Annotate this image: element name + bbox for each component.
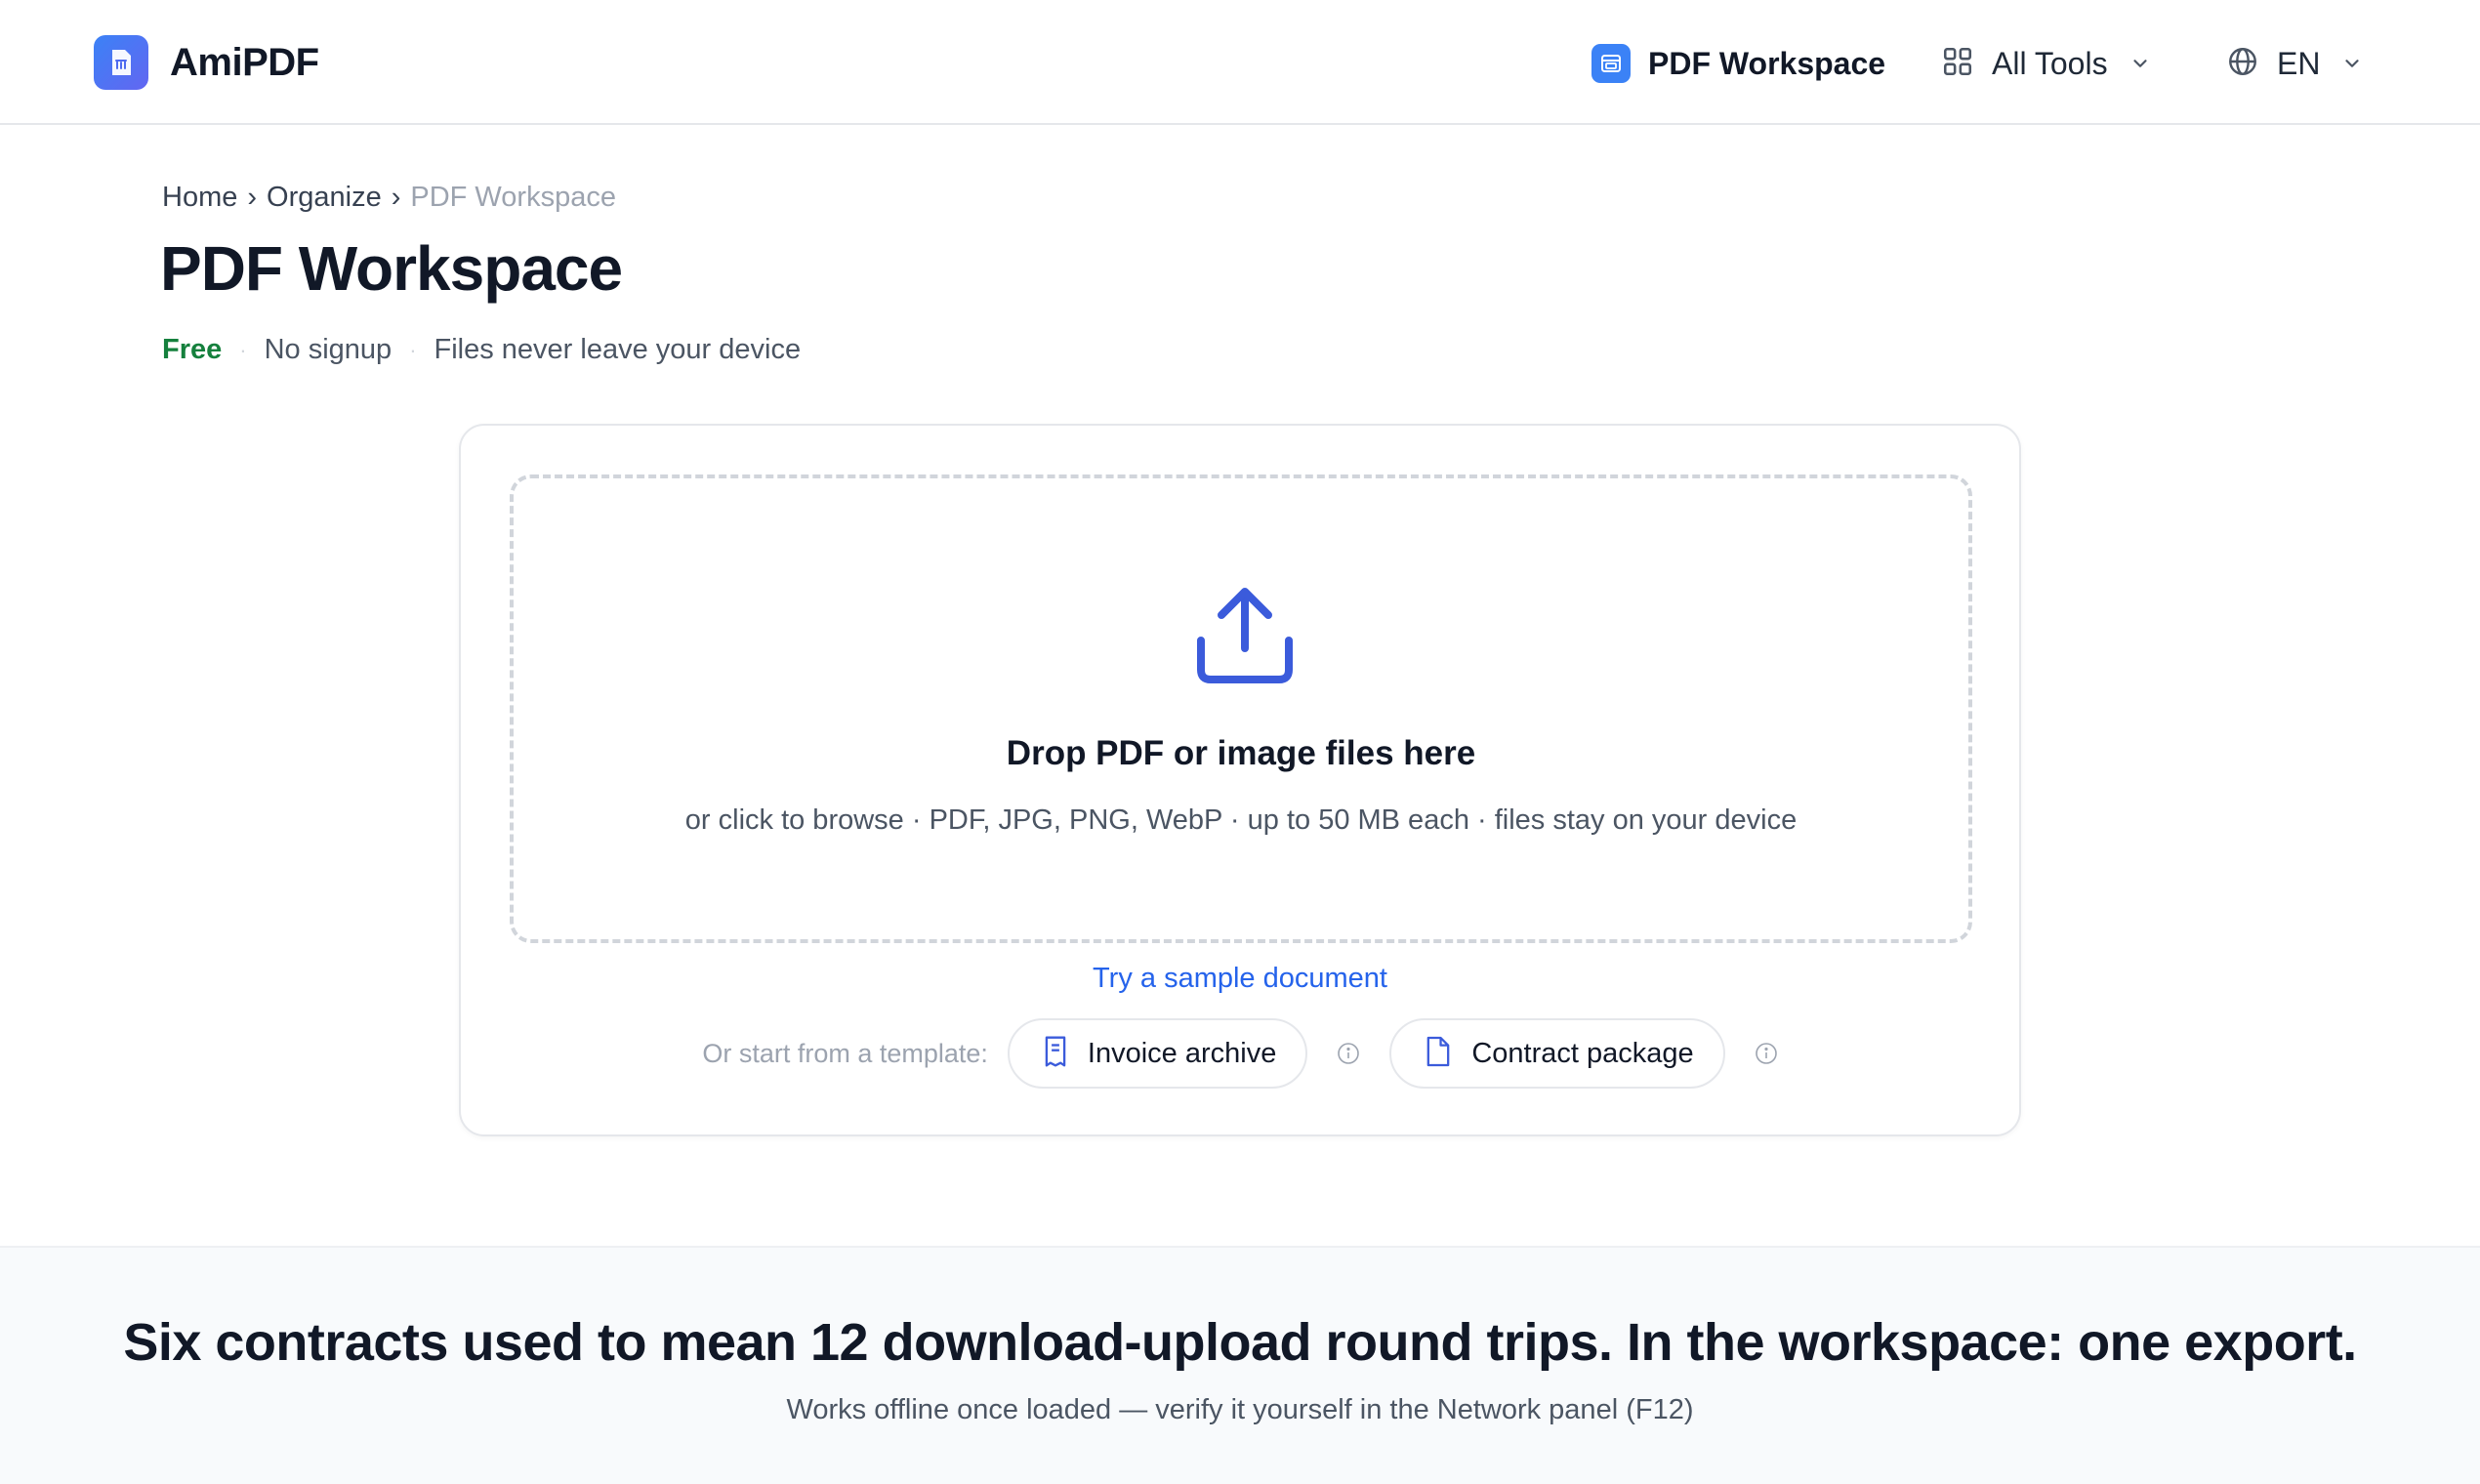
free-badge: Free: [162, 334, 223, 365]
promo-headline: Six contracts used to mean 12 download-u…: [123, 1313, 2357, 1372]
info-icon[interactable]: [1337, 1042, 1360, 1065]
receipt-icon: [1043, 1035, 1068, 1073]
try-sample-link[interactable]: Try a sample document: [461, 963, 2019, 995]
file-dropzone[interactable]: Drop PDF or image files here or click to…: [510, 474, 1972, 943]
invoice-archive-label: Invoice archive: [1087, 1037, 1277, 1069]
breadcrumb-separator: ›: [391, 182, 401, 213]
nav-pdf-workspace-label: PDF Workspace: [1648, 45, 1886, 81]
template-label: Or start from a template:: [702, 1038, 988, 1068]
breadcrumb-home[interactable]: Home: [162, 182, 237, 214]
template-row: Or start from a template: Invoice archiv…: [461, 1017, 2019, 1090]
privacy-text: Files never leave your device: [434, 334, 802, 365]
language-selector[interactable]: EN: [2226, 37, 2363, 90]
feature-tagline: Free · No signup · Files never leave you…: [162, 334, 801, 366]
nav-pdf-workspace[interactable]: PDF Workspace: [1591, 37, 1885, 90]
no-signup-text: No signup: [264, 334, 393, 365]
tagline-dot: ·: [409, 337, 417, 362]
breadcrumb-current: PDF Workspace: [410, 182, 616, 213]
brand-logo[interactable]: AmiPDF: [94, 35, 319, 90]
page-title: PDF Workspace: [160, 233, 623, 304]
chevron-down-icon: [2129, 53, 2151, 74]
breadcrumb-separator: ›: [247, 182, 258, 213]
document-icon: [1425, 1035, 1452, 1073]
language-label: EN: [2277, 45, 2321, 81]
info-icon[interactable]: [1755, 1042, 1778, 1065]
contract-package-template-button[interactable]: Contract package: [1389, 1018, 1725, 1089]
promo-subline: Works offline once loaded — verify it yo…: [786, 1394, 1694, 1425]
globe-icon: [2226, 45, 2259, 83]
chevron-down-icon: [2341, 53, 2363, 74]
nav-all-tools-dropdown[interactable]: All Tools: [1941, 37, 2151, 90]
promo-band: Six contracts used to mean 12 download-u…: [0, 1246, 2480, 1484]
document-logo-icon: [94, 35, 148, 90]
nav-all-tools-label: All Tools: [1992, 45, 2108, 81]
top-header: AmiPDF PDF Workspace All Tools EN: [0, 0, 2480, 125]
grid-icon: [1941, 45, 1974, 83]
upload-card: Drop PDF or image files here or click to…: [459, 424, 2021, 1136]
workspace-icon: [1591, 44, 1631, 83]
brand-name: AmiPDF: [170, 40, 319, 84]
breadcrumb: Home › Organize › PDF Workspace: [162, 182, 616, 214]
upload-icon: [1195, 586, 1295, 692]
dropzone-title: Drop PDF or image files here: [1006, 734, 1476, 772]
breadcrumb-organize[interactable]: Organize: [267, 182, 382, 214]
tagline-dot: ·: [239, 337, 247, 362]
contract-package-label: Contract package: [1471, 1037, 1694, 1069]
dropzone-subtitle: or click to browse · PDF, JPG, PNG, WebP…: [684, 804, 1798, 836]
invoice-archive-template-button[interactable]: Invoice archive: [1007, 1018, 1308, 1089]
